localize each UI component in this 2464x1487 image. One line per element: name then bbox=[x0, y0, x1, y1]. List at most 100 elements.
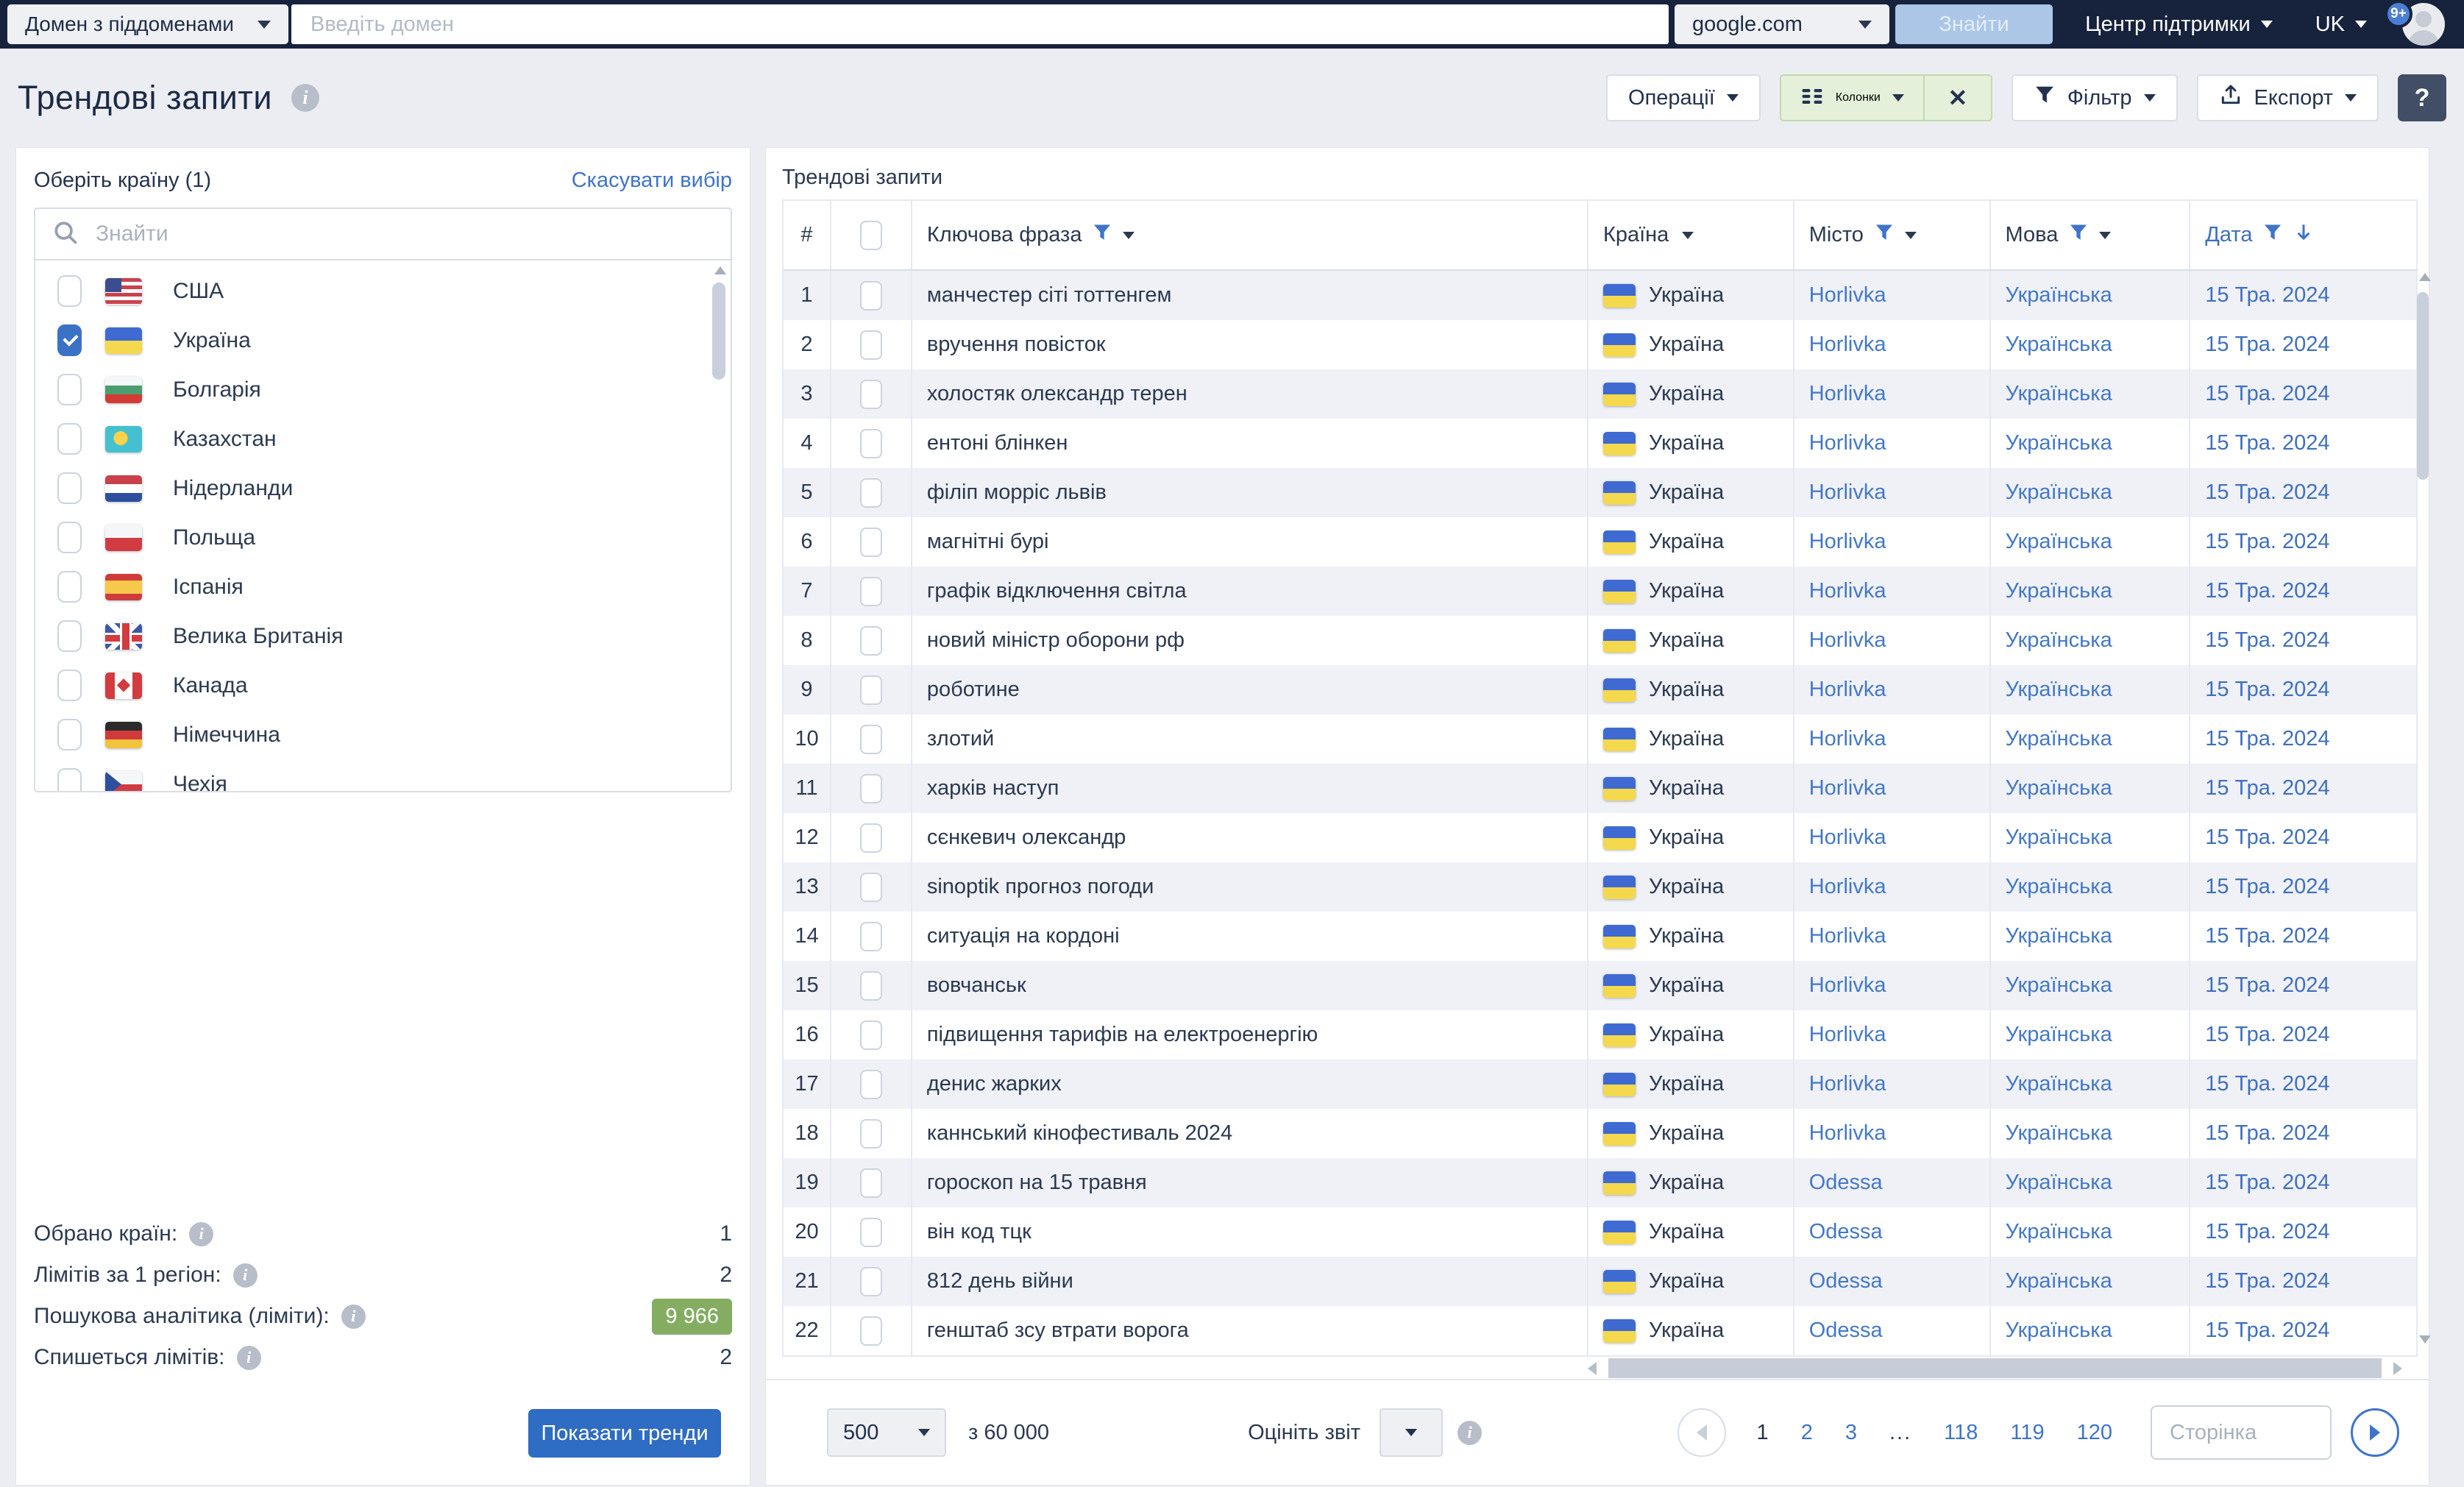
language-link[interactable]: Українська bbox=[1991, 468, 2191, 517]
info-icon[interactable] bbox=[232, 1263, 258, 1288]
city-link[interactable]: Horlivka bbox=[1794, 912, 1991, 961]
language-link[interactable]: Українська bbox=[1991, 714, 2191, 764]
sort-desc-icon[interactable] bbox=[2293, 222, 2314, 249]
keyword-cell[interactable]: ситуація на кордоні bbox=[912, 912, 1588, 961]
country-checkbox[interactable] bbox=[57, 571, 82, 603]
filter-button[interactable]: Фільтр bbox=[2011, 74, 2178, 121]
column-header-number[interactable]: # bbox=[784, 201, 831, 269]
country-list-item[interactable]: Канада bbox=[35, 661, 731, 710]
city-link[interactable]: Odessa bbox=[1794, 1257, 1991, 1306]
column-header-city[interactable]: Місто bbox=[1794, 201, 1991, 269]
scroll-right-icon[interactable] bbox=[2393, 1362, 2402, 1375]
language-link[interactable]: Українська bbox=[1991, 1010, 2191, 1060]
row-checkbox[interactable] bbox=[859, 379, 882, 409]
row-checkbox[interactable] bbox=[859, 527, 882, 557]
language-link[interactable]: Українська bbox=[1991, 813, 2191, 862]
page-number[interactable]: 1 bbox=[1757, 1421, 1769, 1445]
keyword-cell[interactable]: манчестер сіті тоттенгем bbox=[912, 271, 1588, 320]
language-link[interactable]: Українська bbox=[1991, 1158, 2191, 1207]
language-link[interactable]: Українська bbox=[1991, 665, 2191, 714]
row-checkbox[interactable] bbox=[859, 1069, 882, 1099]
language-link[interactable]: Українська bbox=[1991, 419, 2191, 468]
city-link[interactable]: Horlivka bbox=[1794, 320, 1991, 369]
column-header-keyword[interactable]: Ключова фраза bbox=[912, 201, 1588, 269]
user-avatar[interactable]: 9+ bbox=[2385, 0, 2445, 46]
row-checkbox[interactable] bbox=[859, 921, 882, 951]
info-icon[interactable] bbox=[189, 1221, 214, 1246]
chevron-down-icon[interactable] bbox=[1904, 231, 1917, 239]
city-link[interactable]: Odessa bbox=[1794, 1207, 1991, 1257]
page-number[interactable]: 2 bbox=[1801, 1421, 1813, 1445]
page-number[interactable]: 3 bbox=[1845, 1421, 1857, 1445]
row-checkbox[interactable] bbox=[859, 823, 882, 853]
row-checkbox[interactable] bbox=[859, 773, 882, 803]
country-checkbox[interactable] bbox=[57, 522, 82, 553]
row-checkbox[interactable] bbox=[859, 1118, 882, 1149]
language-link[interactable]: Українська bbox=[1991, 912, 2191, 961]
chevron-down-icon[interactable] bbox=[1123, 231, 1135, 239]
scrollbar-thumb[interactable] bbox=[1608, 1358, 2382, 1378]
country-list-item[interactable]: Іспанія bbox=[35, 562, 731, 611]
keyword-cell[interactable]: філіп морріс львів bbox=[912, 468, 1588, 517]
keyword-cell[interactable]: денис жарких bbox=[912, 1060, 1588, 1109]
language-link[interactable]: Українська bbox=[1991, 517, 2191, 567]
scrollbar-thumb[interactable] bbox=[2417, 292, 2429, 480]
filter-funnel-icon[interactable] bbox=[2262, 222, 2283, 249]
info-icon[interactable] bbox=[291, 84, 319, 112]
row-checkbox[interactable] bbox=[859, 1217, 882, 1247]
keyword-cell[interactable]: харків наступ bbox=[912, 764, 1588, 813]
keyword-cell[interactable]: магнітні бурі bbox=[912, 517, 1588, 567]
clear-selection-link[interactable]: Скасувати вибір bbox=[572, 168, 732, 193]
country-list-item[interactable]: США bbox=[35, 266, 731, 316]
language-link[interactable]: Українська bbox=[1991, 1109, 2191, 1158]
search-button[interactable]: Знайти bbox=[1895, 4, 2053, 44]
help-button[interactable]: ? bbox=[2398, 74, 2446, 121]
keyword-cell[interactable]: злотий bbox=[912, 714, 1588, 764]
row-checkbox[interactable] bbox=[859, 428, 882, 458]
city-link[interactable]: Horlivka bbox=[1794, 468, 1991, 517]
city-link[interactable]: Horlivka bbox=[1794, 1109, 1991, 1158]
country-list-item[interactable]: Чехія bbox=[35, 759, 731, 791]
next-page-button[interactable] bbox=[2351, 1408, 2399, 1457]
operations-button[interactable]: Операції bbox=[1606, 74, 1761, 121]
language-link[interactable]: Українська bbox=[1991, 961, 2191, 1010]
country-list-item[interactable]: Велика Британія bbox=[35, 611, 731, 661]
row-checkbox[interactable] bbox=[859, 576, 882, 606]
city-link[interactable]: Horlivka bbox=[1794, 616, 1991, 665]
city-link[interactable]: Horlivka bbox=[1794, 665, 1991, 714]
keyword-cell[interactable]: роботине bbox=[912, 665, 1588, 714]
row-checkbox[interactable] bbox=[859, 625, 882, 656]
columns-close-button[interactable]: ✕ bbox=[1925, 76, 1991, 120]
columns-button[interactable]: Колонки bbox=[1781, 76, 1923, 120]
select-all-checkbox[interactable] bbox=[859, 220, 882, 250]
country-checkbox[interactable] bbox=[57, 324, 82, 356]
language-link[interactable]: Українська bbox=[1991, 1306, 2191, 1355]
country-search-input[interactable] bbox=[96, 221, 714, 246]
keyword-cell[interactable]: холостяк олександр терен bbox=[912, 369, 1588, 419]
info-icon[interactable] bbox=[341, 1304, 366, 1329]
page-size-select[interactable]: 500 bbox=[827, 1408, 946, 1457]
country-list-item[interactable]: Нідерланди bbox=[35, 464, 731, 513]
country-checkbox[interactable] bbox=[57, 670, 82, 701]
keyword-cell[interactable]: ентоні блінкен bbox=[912, 419, 1588, 468]
scroll-up-icon[interactable] bbox=[714, 266, 726, 274]
row-checkbox[interactable] bbox=[859, 970, 882, 1001]
country-list-item[interactable]: Болгарія bbox=[35, 365, 731, 414]
filter-funnel-icon[interactable] bbox=[2068, 222, 2089, 249]
country-list-item[interactable]: Україна bbox=[35, 316, 731, 365]
domain-input[interactable] bbox=[291, 4, 1669, 44]
city-link[interactable]: Horlivka bbox=[1794, 517, 1991, 567]
scroll-left-icon[interactable] bbox=[1588, 1362, 1597, 1375]
country-checkbox[interactable] bbox=[57, 423, 82, 455]
domain-scope-select[interactable]: Домен з піддоменами bbox=[7, 4, 288, 44]
language-link[interactable]: Українська bbox=[1991, 1207, 2191, 1257]
language-link[interactable]: Українська bbox=[1991, 616, 2191, 665]
country-checkbox[interactable] bbox=[57, 472, 82, 504]
city-link[interactable]: Odessa bbox=[1794, 1306, 1991, 1355]
country-checkbox[interactable] bbox=[57, 719, 82, 750]
column-header-language[interactable]: Мова bbox=[1991, 201, 2191, 269]
info-icon[interactable] bbox=[236, 1345, 261, 1370]
keyword-cell[interactable]: sinoptik прогноз погоди bbox=[912, 862, 1588, 912]
keyword-cell[interactable]: 812 день війни bbox=[912, 1257, 1588, 1306]
scroll-down-icon[interactable] bbox=[2419, 1335, 2431, 1344]
